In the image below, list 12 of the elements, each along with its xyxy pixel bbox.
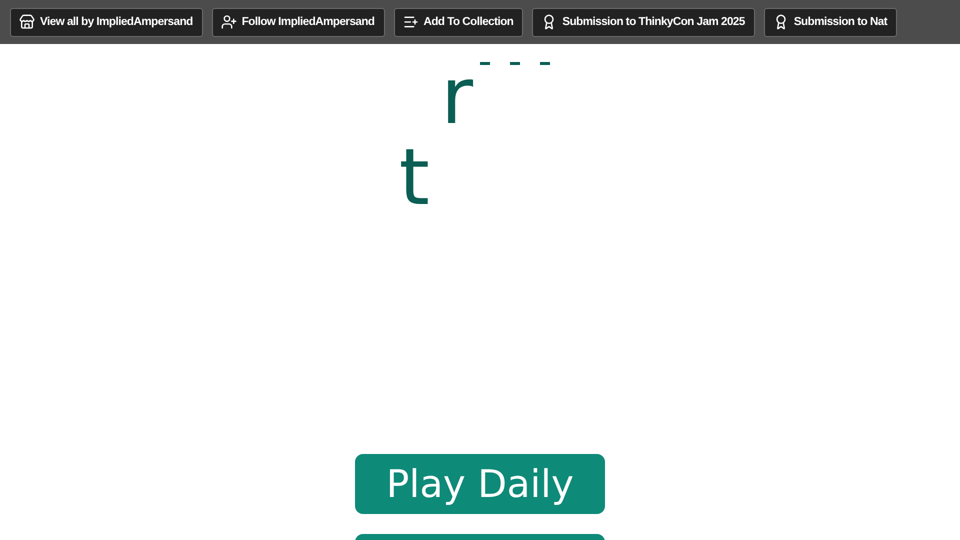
letter: t [399,139,430,217]
toolbar-button[interactable]: View all by ImpliedAmpersand [10,8,203,36]
list-plus-icon [402,14,418,30]
toolbar-button[interactable]: Add To Collection [394,8,524,36]
toolbar-button[interactable]: Submission to ThinkyCon Jam 2025 [532,8,755,36]
toolbar-button[interactable]: Follow ImpliedAmpersand [212,8,384,36]
toolbar-button[interactable]: Submission to Nat [764,8,898,36]
play-button[interactable]: Play Daily [355,454,605,514]
dash-marks-drawing [480,62,552,66]
user-plus-icon [220,14,237,30]
letter: r [441,58,474,136]
store-icon [19,14,35,30]
